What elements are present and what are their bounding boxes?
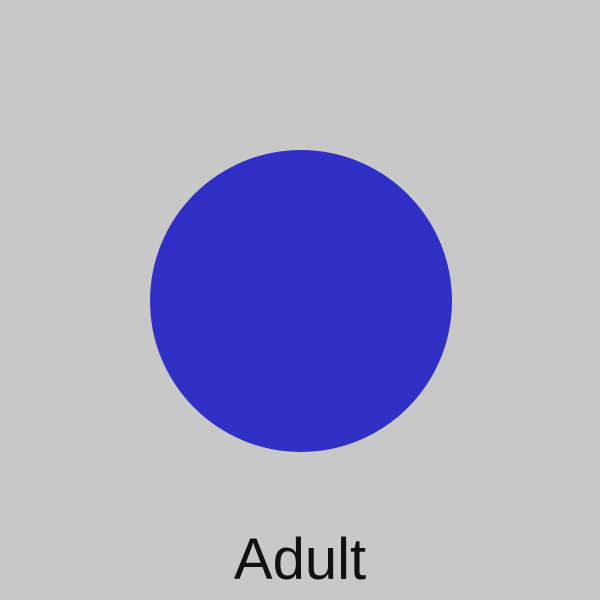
caption-label: Adult <box>233 527 367 592</box>
blue-circle <box>150 150 452 452</box>
stimulus-canvas: Adult <box>0 0 600 600</box>
